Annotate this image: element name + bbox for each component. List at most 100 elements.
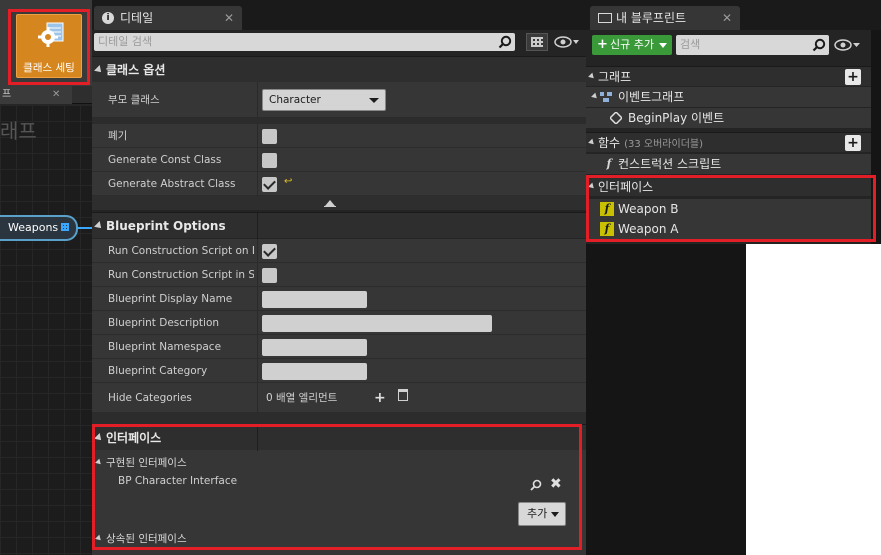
view-options-eye-icon[interactable] — [554, 35, 580, 49]
grid-icon — [531, 37, 543, 47]
trash-icon[interactable] — [398, 389, 408, 401]
graph-watermark-title: 래프 — [0, 119, 37, 143]
run-construction-sequencer-checkbox[interactable] — [262, 268, 277, 283]
collapse-up-underline — [324, 206, 336, 207]
graph-tab[interactable]: 프 — [0, 86, 72, 104]
generate-const-class-label: Generate Const Class — [108, 154, 222, 166]
search-icon — [498, 35, 512, 49]
view-options-eye-icon[interactable] — [834, 38, 862, 52]
search-icon — [812, 38, 826, 52]
my-blueprint-tab[interactable]: 내 블루프린트 ✕ — [590, 6, 740, 30]
collapse-arrow-icon — [94, 221, 104, 231]
run-construction-drag-label: Run Construction Script on Dra — [108, 245, 254, 257]
collapse-arrow-icon — [588, 72, 596, 81]
construction-script-label: 컨스트럭션 스크립트 — [618, 157, 722, 171]
blueprint-description-label: Blueprint Description — [108, 317, 220, 329]
event-graph-icon — [600, 92, 612, 102]
event-diamond-icon — [610, 112, 622, 124]
class-options-header: 클래스 옵션 — [106, 63, 166, 77]
run-construction-drag-row: Run Construction Script on Dra — [92, 239, 586, 263]
plus-icon: + — [597, 37, 608, 52]
run-construction-sequencer-label: Run Construction Script in Seq — [108, 269, 254, 281]
deprecate-checkbox[interactable] — [262, 129, 277, 144]
graph-canvas[interactable]: 래프 — [0, 105, 92, 555]
my-blueprint-tab-label: 내 블루프린트 — [616, 11, 687, 25]
event-graph-label: 이벤트그래프 — [618, 90, 685, 104]
details-tab-label: 디테일 — [120, 11, 154, 25]
details-search-input[interactable]: 디테일 검색 — [94, 33, 515, 51]
highlight-details-interfaces — [92, 424, 582, 550]
column-splitter — [257, 124, 258, 148]
event-graph-item[interactable]: 이벤트그래프 — [586, 87, 871, 107]
my-blueprint-panel: 내 블루프린트 ✕ + 신규 추가 검색 그래프 + 이벤트그래프 BeginP… — [586, 0, 881, 555]
graph-tab-close-icon[interactable]: ✕ — [52, 86, 60, 104]
blueprint-display-name-label: Blueprint Display Name — [108, 293, 233, 305]
my-blueprint-tab-close-icon[interactable]: ✕ — [722, 6, 732, 30]
add-element-plus-icon[interactable]: + — [374, 383, 386, 413]
blueprint-category-row: Blueprint Category — [92, 359, 586, 383]
new-add-button[interactable]: + 신규 추가 — [592, 35, 672, 55]
column-splitter — [257, 213, 258, 239]
spacer — [92, 413, 586, 424]
blueprint-search-placeholder: 검색 — [680, 38, 701, 51]
functions-header: 함수 — [598, 136, 621, 150]
blueprint-namespace-row: Blueprint Namespace — [92, 335, 586, 359]
column-splitter — [257, 239, 258, 263]
blueprint-display-name-row: Blueprint Display Name — [92, 287, 586, 311]
functions-category[interactable]: 함수 (33 오버라이더블) + — [586, 132, 871, 152]
blueprint-category-field[interactable] — [262, 363, 367, 380]
column-splitter — [257, 287, 258, 311]
begin-play-label: BeginPlay 이벤트 — [628, 111, 725, 125]
blueprint-display-name-field[interactable] — [262, 291, 367, 308]
details-tab-close-icon[interactable]: ✕ — [224, 6, 234, 30]
blueprint-description-row: Blueprint Description — [92, 311, 586, 335]
graph-tabbar: 프 ✕ — [0, 86, 92, 104]
column-splitter — [257, 263, 258, 287]
parent-class-dropdown[interactable]: Character — [262, 89, 386, 111]
functions-overridable-note: (33 오버라이더블) — [624, 139, 703, 150]
weapons-node-label: Weapons — [8, 221, 59, 234]
details-search-placeholder: 디테일 검색 — [98, 35, 153, 48]
info-icon: i — [102, 12, 114, 24]
details-tab[interactable]: i 디테일 ✕ — [94, 6, 242, 30]
add-graph-plus-icon[interactable]: + — [845, 69, 861, 85]
run-construction-sequencer-row: Run Construction Script in Seq — [92, 263, 586, 287]
collapse-arrow-icon — [591, 92, 599, 101]
collapse-arrow-icon — [94, 65, 104, 75]
function-icon: f — [606, 157, 612, 170]
column-splitter — [257, 335, 258, 359]
graphs-header: 그래프 — [598, 70, 632, 84]
column-splitter — [257, 148, 258, 172]
add-function-plus-icon[interactable]: + — [845, 135, 861, 151]
advanced-toggle-bar[interactable] — [92, 196, 586, 210]
graphs-category[interactable]: 그래프 + — [586, 66, 871, 86]
deprecate-row: 폐기 — [92, 124, 586, 148]
generate-const-class-row: Generate Const Class — [92, 148, 586, 172]
blueprint-namespace-field[interactable] — [262, 339, 367, 356]
blueprint-search-input[interactable]: 검색 — [676, 35, 829, 55]
generate-abstract-class-checkbox[interactable] — [262, 177, 277, 192]
run-construction-drag-checkbox[interactable] — [262, 244, 277, 259]
array-grid-icon — [61, 223, 70, 231]
parent-class-row: 부모 클래스 Character — [92, 82, 586, 118]
deprecate-label: 폐기 — [108, 130, 128, 142]
array-count-label: 0 배열 엘리먼트 — [266, 392, 338, 404]
weapons-variable-node[interactable]: Weapons — [0, 215, 78, 241]
book-icon — [598, 13, 612, 23]
class-options-category[interactable]: 클래스 옵션 — [92, 56, 586, 82]
column-splitter — [257, 359, 258, 383]
generate-const-class-checkbox[interactable] — [262, 153, 277, 168]
construction-script-item[interactable]: f 컨스트럭션 스크립트 — [586, 154, 871, 174]
hide-categories-value: 0 배열 엘리먼트 + — [92, 383, 586, 413]
blueprint-description-field[interactable] — [262, 315, 492, 332]
chevron-down-icon — [659, 43, 667, 48]
graph-tab-label: 프 — [2, 89, 12, 100]
parent-class-label: 부모 클래스 — [108, 94, 160, 106]
blueprint-category-label: Blueprint Category — [108, 365, 208, 377]
my-blueprint-tabbar: 내 블루프린트 ✕ — [586, 0, 881, 30]
reset-to-default-icon[interactable]: ↩ — [284, 176, 292, 187]
blueprint-options-category[interactable]: Blueprint Options — [92, 212, 586, 239]
highlight-blueprint-interfaces — [586, 175, 876, 242]
begin-play-item[interactable]: BeginPlay 이벤트 — [586, 108, 871, 128]
property-matrix-button[interactable] — [526, 33, 548, 51]
